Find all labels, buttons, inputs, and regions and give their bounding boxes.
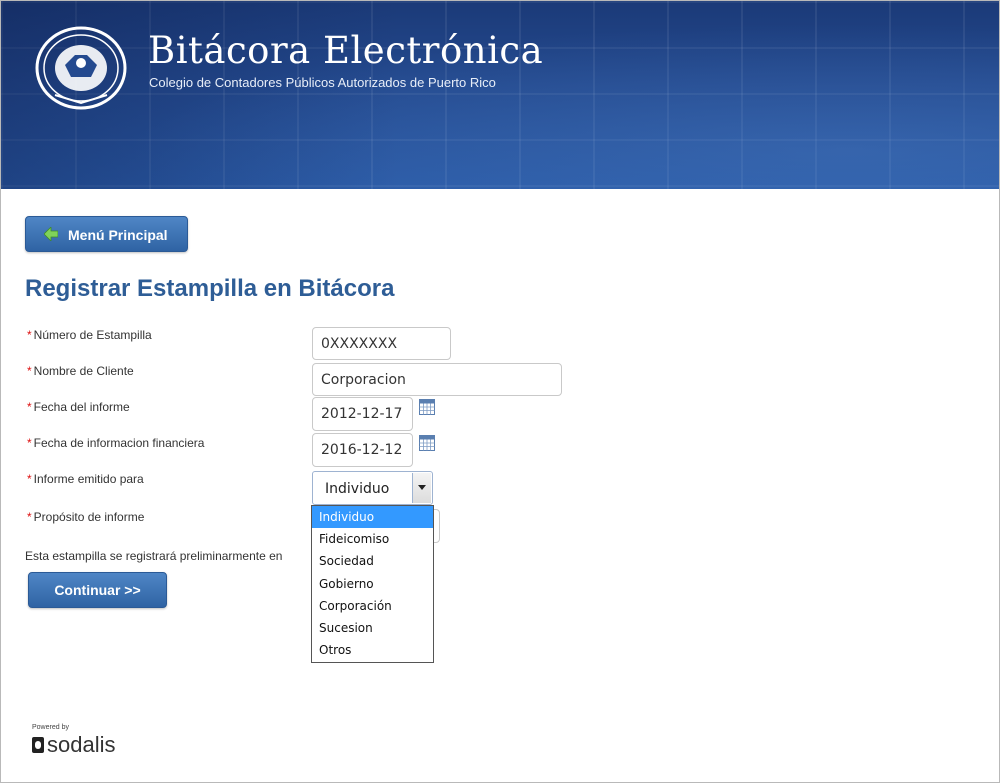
required-marker: * [27,510,32,524]
required-marker: * [27,400,32,414]
stamp-number-input[interactable] [312,327,451,360]
calendar-icon[interactable] [419,435,435,451]
issued-for-dropdown[interactable]: Individuo Fideicomiso Sociedad Gobierno … [311,505,434,663]
dropdown-option[interactable]: Corporación [312,595,433,617]
app-title: Bitácora Electrónica [148,29,544,72]
financial-date-label: * Fecha de informacion financiera [27,436,205,450]
issued-for-label: * Informe emitido para [27,472,144,486]
dropdown-option[interactable]: Otros [312,639,433,661]
client-name-input[interactable] [312,363,562,396]
dropdown-option[interactable]: Gobierno [312,573,433,595]
issued-for-select[interactable]: Individuo [312,471,433,505]
continue-button[interactable]: Continuar >> [28,572,167,608]
cpa-seal-icon [35,26,127,110]
sodalis-logo: sodalis [32,732,115,758]
dropdown-option[interactable]: Fideicomiso [312,528,433,550]
page-title: Registrar Estampilla en Bitácora [25,275,395,302]
preliminary-note: Esta estampilla se registrará preliminar… [25,549,283,563]
required-marker: * [27,328,32,342]
client-name-label: * Nombre de Cliente [27,364,134,378]
financial-date-input[interactable] [312,433,413,467]
brand-name: sodalis [47,732,116,757]
required-marker: * [27,436,32,450]
report-date-label: * Fecha del informe [27,400,130,414]
main-content: Menú Principal Registrar Estampilla en B… [1,189,999,782]
page-frame: Bitácora Electrónica Colegio de Contador… [0,0,1000,783]
report-date-input[interactable] [312,397,413,431]
stamp-number-label: * Número de Estampilla [27,328,152,342]
issued-for-value: Individuo [325,481,390,497]
arrow-left-icon [44,227,58,241]
chevron-down-icon[interactable] [412,473,431,503]
purpose-label: * Propósito de informe [27,510,145,524]
dropdown-option[interactable]: Sociedad [312,550,433,572]
sodalis-mark-icon [32,737,44,753]
header-banner: Bitácora Electrónica Colegio de Contador… [1,1,999,189]
dropdown-option[interactable]: Sucesion [312,617,433,639]
required-marker: * [27,472,32,486]
main-menu-label: Menú Principal [68,227,168,243]
app-subtitle: Colegio de Contadores Públicos Autorizad… [149,75,496,90]
dropdown-option[interactable]: Individuo [312,506,433,529]
calendar-icon[interactable] [419,399,435,415]
main-menu-button[interactable]: Menú Principal [25,216,188,252]
powered-by-label: Powered by [32,724,69,731]
required-marker: * [27,364,32,378]
